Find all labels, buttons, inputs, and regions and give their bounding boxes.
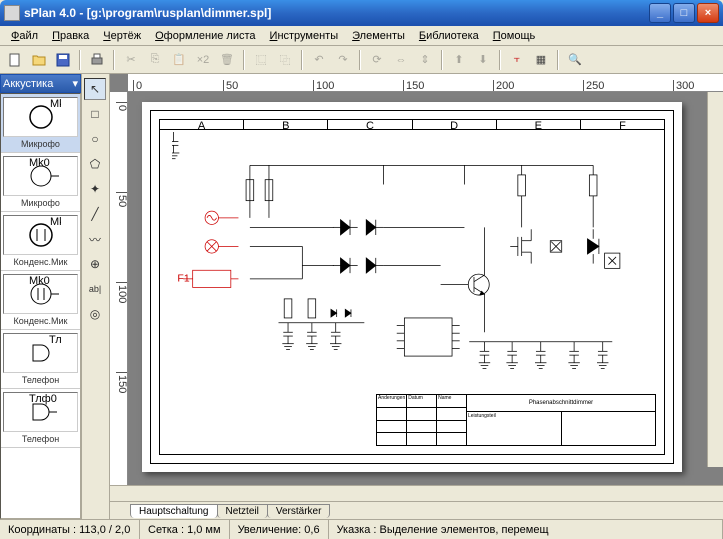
menu-bar: Файл Правка Чертёж Оформление листа Инст…: [0, 26, 723, 46]
tool-circle[interactable]: ○: [84, 128, 106, 150]
sheet-tab[interactable]: Hauptschaltung: [130, 504, 218, 518]
tool-special[interactable]: ✦: [84, 178, 106, 200]
cut-icon[interactable]: ✂: [120, 49, 142, 71]
svg-text:F1: F1: [177, 274, 189, 285]
component-category-dropdown[interactable]: Аккустика▾: [0, 74, 81, 93]
mirror-v-icon[interactable]: ⇕: [414, 49, 436, 71]
status-zoom: Увеличение: 0,6: [230, 520, 329, 539]
redo-icon[interactable]: ↷: [332, 49, 354, 71]
chevron-down-icon: ▾: [72, 77, 78, 90]
undo-icon[interactable]: ↶: [308, 49, 330, 71]
sheet-tabs: Hauptschaltung Netzteil Verstärker: [110, 501, 723, 519]
open-file-icon[interactable]: [28, 49, 50, 71]
main-toolbar: ✂ ⎘ 📋 ×2 🗑 ⿺ ⿻ ↶ ↷ ⟳ ⇔ ⇕ ⬆ ⬇ ⫟ ▦ 🔍: [0, 46, 723, 74]
bring-front-icon[interactable]: ⬆: [448, 49, 470, 71]
tool-measure[interactable]: ◎: [84, 303, 106, 325]
tool-poly[interactable]: ⬠: [84, 153, 106, 175]
drawing-frame: A B C D E F: [150, 110, 674, 464]
svg-text:Mk0: Mk0: [29, 276, 50, 287]
menu-drawing[interactable]: Чертёж: [96, 28, 148, 44]
svg-text:Тлф0: Тлф0: [49, 335, 61, 346]
status-grid: Сетка : 1,0 мм: [140, 520, 230, 539]
tool-rect[interactable]: □: [84, 103, 106, 125]
svg-text:Mk0: Mk0: [50, 217, 61, 228]
status-coords: Координаты : 113,0 / 2,0: [0, 520, 140, 539]
svg-text:Mk0: Mk0: [50, 99, 61, 110]
status-hint: Указка : Выделение элементов, перемещ: [329, 520, 723, 539]
component-label: Микрофо: [3, 139, 78, 149]
menu-tools[interactable]: Инструменты: [263, 28, 346, 44]
zoom-icon[interactable]: 🔍: [564, 49, 586, 71]
title-block: ÄnderungenDatumName Phasenabschnittdimme…: [376, 394, 656, 446]
sheet-tab[interactable]: Verstärker: [267, 504, 331, 518]
mirror-h-icon[interactable]: ⇔: [390, 49, 412, 71]
menu-elements[interactable]: Элементы: [345, 28, 412, 44]
menu-library[interactable]: Библиотека: [412, 28, 486, 44]
tool-palette: ↖ □ ○ ⬠ ✦ ╱ 〰 ⊕ ab| ◎: [82, 74, 110, 519]
component-label: Телефон: [3, 375, 78, 385]
component-label: Телефон: [3, 434, 78, 444]
window-title: sPlan 4.0 - [g:\program\rusplan\dimmer.s…: [24, 6, 647, 20]
scrollbar-vertical[interactable]: [707, 92, 723, 467]
group-icon[interactable]: ⿺: [250, 49, 272, 71]
tool-line[interactable]: ╱: [84, 203, 106, 225]
copy-icon[interactable]: ⎘: [144, 49, 166, 71]
send-back-icon[interactable]: ⬇: [472, 49, 494, 71]
canvas-area: 0 50 100 150 200 250 300 0 50 100 150: [110, 74, 723, 519]
sheet-tab[interactable]: Netzteil: [217, 504, 268, 518]
component-item[interactable]: Mk0 Конденс.Мик: [1, 271, 80, 330]
drawing-paper[interactable]: A B C D E F: [142, 102, 682, 472]
workspace: Аккустика▾ Mk0 Микрофо Mk0 Микрофо Mk0 К…: [0, 74, 723, 519]
paste-icon[interactable]: 📋: [168, 49, 190, 71]
status-bar: Координаты : 113,0 / 2,0 Сетка : 1,0 мм …: [0, 519, 723, 539]
drawing-viewport[interactable]: A B C D E F: [128, 92, 723, 485]
component-label: Конденс.Мик: [3, 316, 78, 326]
grid-icon[interactable]: ▦: [530, 49, 552, 71]
ruler-vertical: 0 50 100 150: [110, 92, 128, 485]
menu-help[interactable]: Помощь: [486, 28, 543, 44]
tool-point[interactable]: ⊕: [84, 253, 106, 275]
snap-icon[interactable]: ⫟: [506, 49, 528, 71]
delete-icon[interactable]: 🗑: [216, 49, 238, 71]
duplicate-icon[interactable]: ×2: [192, 49, 214, 71]
component-panel: Аккустика▾ Mk0 Микрофо Mk0 Микрофо Mk0 К…: [0, 74, 82, 519]
rotate-icon[interactable]: ⟳: [366, 49, 388, 71]
tool-text[interactable]: ab|: [84, 278, 106, 300]
component-item[interactable]: Тлф0 Телефон: [1, 389, 80, 448]
schematic-canvas[interactable]: F1: [172, 132, 652, 399]
drawing-title: Phasenabschnittdimmer: [467, 395, 655, 412]
component-label: Микрофо: [3, 198, 78, 208]
tool-select[interactable]: ↖: [84, 78, 106, 100]
menu-edit[interactable]: Правка: [45, 28, 96, 44]
column-headers: A B C D E F: [160, 120, 664, 130]
component-item[interactable]: Mk0 Микрофо: [1, 94, 80, 153]
component-label: Конденс.Мик: [3, 257, 78, 267]
ungroup-icon[interactable]: ⿻: [274, 49, 296, 71]
tool-bezier[interactable]: 〰: [84, 228, 106, 250]
menu-file[interactable]: Файл: [4, 28, 45, 44]
svg-text:Mk0: Mk0: [29, 158, 50, 169]
close-button[interactable]: ×: [697, 3, 719, 23]
save-file-icon[interactable]: [52, 49, 74, 71]
component-item[interactable]: Mk0 Конденс.Мик: [1, 212, 80, 271]
print-icon[interactable]: [86, 49, 108, 71]
maximize-button[interactable]: □: [673, 3, 695, 23]
title-bar: sPlan 4.0 - [g:\program\rusplan\dimmer.s…: [0, 0, 723, 26]
component-item[interactable]: Тлф0 Телефон: [1, 330, 80, 389]
component-item[interactable]: Mk0 Микрофо: [1, 153, 80, 212]
ruler-horizontal: 0 50 100 150 200 250 300: [128, 74, 723, 92]
new-file-icon[interactable]: [4, 49, 26, 71]
component-list[interactable]: Mk0 Микрофо Mk0 Микрофо Mk0 Конденс.Мик …: [0, 93, 81, 519]
scrollbar-horizontal[interactable]: [110, 485, 723, 501]
svg-text:Тлф0: Тлф0: [29, 394, 57, 405]
app-icon: [4, 5, 20, 21]
menu-page-layout[interactable]: Оформление листа: [148, 28, 262, 44]
minimize-button[interactable]: _: [649, 3, 671, 23]
